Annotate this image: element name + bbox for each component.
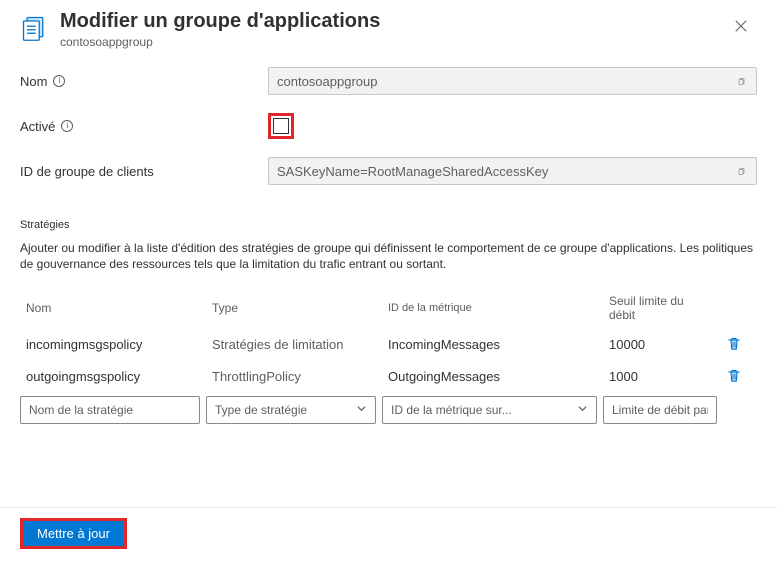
delete-row-button[interactable] bbox=[717, 335, 751, 353]
highlight-submit-button: Mettre à jour bbox=[20, 518, 127, 549]
row-type: Stratégies de limitation bbox=[212, 337, 382, 352]
th-threshold: Seuil limite du débit bbox=[609, 294, 711, 322]
table-row: incomingmsgspolicy Stratégies de limitat… bbox=[20, 328, 757, 360]
strategies-table: Nom Type ID de la métrique Seuil limite … bbox=[20, 288, 757, 424]
row-name: outgoingmsgspolicy bbox=[26, 369, 206, 384]
row-metric-id: OutgoingMessages bbox=[388, 369, 603, 384]
info-icon: i bbox=[53, 75, 65, 87]
row-threshold: 1000 bbox=[609, 369, 711, 384]
th-type: Type bbox=[212, 301, 382, 315]
strategies-description: Ajouter ou modifier à la liste d'édition… bbox=[20, 241, 757, 272]
copy-client-group-button[interactable] bbox=[732, 161, 752, 181]
page-subtitle: contosoappgroup bbox=[60, 35, 380, 49]
table-row: outgoingmsgspolicy ThrottlingPolicy Outg… bbox=[20, 360, 757, 392]
row-metric-id: IncomingMessages bbox=[388, 337, 603, 352]
page-title: Modifier un groupe d'applications bbox=[60, 10, 380, 33]
enabled-label: Activé bbox=[20, 119, 55, 134]
name-field: contosoappgroup bbox=[268, 67, 757, 95]
update-button[interactable]: Mettre à jour bbox=[23, 521, 124, 546]
client-group-id-value: SASKeyName=RootManageSharedAccessKey bbox=[277, 164, 548, 179]
close-button[interactable] bbox=[725, 10, 757, 42]
row-type: ThrottlingPolicy bbox=[212, 369, 382, 384]
new-strategy-metric-select[interactable]: ID de la métrique sur... bbox=[382, 396, 597, 424]
select-placeholder: Type de stratégie bbox=[215, 403, 307, 417]
delete-row-button[interactable] bbox=[717, 367, 751, 385]
enabled-checkbox[interactable] bbox=[273, 118, 289, 134]
new-strategy-threshold-input[interactable] bbox=[603, 396, 717, 424]
strategies-section-title: Stratégies bbox=[20, 219, 757, 231]
name-label: Nom bbox=[20, 74, 47, 89]
select-placeholder: ID de la métrique sur... bbox=[391, 403, 512, 417]
new-strategy-name-input[interactable] bbox=[20, 396, 200, 424]
new-strategy-type-select[interactable]: Type de stratégie bbox=[206, 396, 376, 424]
info-icon: i bbox=[61, 120, 73, 132]
app-group-icon bbox=[20, 14, 48, 42]
row-threshold: 10000 bbox=[609, 337, 711, 352]
th-name: Nom bbox=[26, 301, 206, 315]
client-group-id-field: SASKeyName=RootManageSharedAccessKey bbox=[268, 157, 757, 185]
row-name: incomingmsgspolicy bbox=[26, 337, 206, 352]
copy-name-button[interactable] bbox=[732, 71, 752, 91]
th-metric-id: ID de la métrique bbox=[388, 302, 603, 314]
client-group-id-label: ID de groupe de clients bbox=[20, 164, 154, 179]
chevron-down-icon bbox=[356, 403, 367, 417]
highlight-enabled-checkbox bbox=[268, 113, 294, 139]
name-value: contosoappgroup bbox=[277, 74, 377, 89]
chevron-down-icon bbox=[577, 403, 588, 417]
